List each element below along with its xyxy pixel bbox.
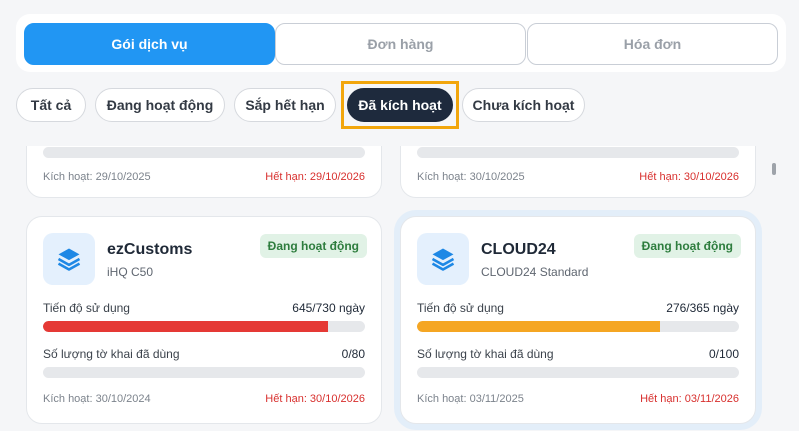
package-plan: iHQ C50 bbox=[107, 265, 154, 279]
usage-value: 645/730 ngày bbox=[292, 301, 365, 315]
declaration-row: Số lượng tờ khai đã dùng 0/80 bbox=[43, 347, 365, 361]
usage-progress-fill bbox=[43, 321, 328, 332]
filter-expiring[interactable]: Sắp hết hạn bbox=[234, 88, 336, 122]
package-card-partial[interactable]: Kích hoạt: 29/10/2025 Hết hạn: 29/10/202… bbox=[26, 146, 382, 198]
layers-icon bbox=[43, 233, 95, 285]
filter-active[interactable]: Đang hoạt động bbox=[95, 88, 225, 122]
package-list[interactable]: Kích hoạt: 29/10/2025 Hết hạn: 29/10/202… bbox=[16, 146, 786, 431]
filter-all[interactable]: Tất cả bbox=[16, 88, 86, 122]
card-footer: Kích hoạt: 29/10/2025 Hết hạn: 29/10/202… bbox=[43, 171, 365, 183]
usage-row: Tiến độ sử dụng 276/365 ngày bbox=[417, 301, 739, 315]
declaration-value: 0/80 bbox=[341, 347, 365, 361]
package-name: ezCustoms bbox=[107, 241, 193, 258]
usage-row: Tiến độ sử dụng 645/730 ngày bbox=[43, 301, 365, 315]
package-card-partial[interactable]: Kích hoạt: 30/10/2025 Hết hạn: 30/10/202… bbox=[400, 146, 756, 198]
tab-orders[interactable]: Đơn hàng bbox=[275, 23, 526, 65]
filter-not-activated[interactable]: Chưa kích hoạt bbox=[462, 88, 585, 122]
usage-bar bbox=[43, 147, 365, 158]
tab-invoices[interactable]: Hóa đơn bbox=[527, 23, 778, 65]
expiry-date: Hết hạn: 29/10/2026 bbox=[265, 171, 365, 183]
status-badge: Đang hoạt động bbox=[259, 234, 367, 258]
layers-icon bbox=[417, 233, 469, 285]
package-card-cloud24[interactable]: CLOUD24 CLOUD24 Standard Đang hoạt động … bbox=[400, 216, 756, 424]
scrollbar-thumb[interactable] bbox=[772, 163, 776, 175]
usage-progress-fill bbox=[417, 321, 661, 332]
activation-date: Kích hoạt: 29/10/2025 bbox=[43, 171, 151, 183]
declaration-value: 0/100 bbox=[708, 347, 739, 361]
main-tabs: Gói dịch vụ Đơn hàng Hóa đơn bbox=[16, 14, 786, 72]
declaration-progress-bar bbox=[43, 367, 365, 378]
declaration-row: Số lượng tờ khai đã dùng 0/100 bbox=[417, 347, 739, 361]
card-footer: Kích hoạt: 30/10/2024 Hết hạn: 30/10/202… bbox=[43, 393, 365, 405]
activation-date: Kích hoạt: 30/10/2024 bbox=[43, 393, 151, 405]
filter-activated[interactable]: Đã kích hoạt bbox=[347, 88, 453, 122]
card-footer: Kích hoạt: 30/10/2025 Hết hạn: 30/10/202… bbox=[417, 171, 739, 183]
activation-date: Kích hoạt: 03/11/2025 bbox=[417, 393, 524, 405]
usage-bar bbox=[417, 147, 739, 158]
package-name: CLOUD24 bbox=[481, 241, 556, 258]
tab-service-packages[interactable]: Gói dịch vụ bbox=[24, 23, 275, 65]
status-badge: Đang hoạt động bbox=[633, 234, 741, 258]
declaration-label: Số lượng tờ khai đã dùng bbox=[43, 347, 180, 361]
activation-date: Kích hoạt: 30/10/2025 bbox=[417, 171, 525, 183]
expiry-date: Hết hạn: 30/10/2026 bbox=[265, 393, 365, 405]
usage-progress-bar bbox=[417, 321, 739, 332]
package-card-ezcustoms[interactable]: ezCustoms iHQ C50 Đang hoạt động Tiến độ… bbox=[26, 216, 382, 424]
expiry-date: Hết hạn: 30/10/2026 bbox=[639, 171, 739, 183]
usage-label: Tiến độ sử dụng bbox=[43, 301, 130, 315]
package-plan: CLOUD24 Standard bbox=[481, 265, 589, 279]
usage-value: 276/365 ngày bbox=[666, 301, 739, 315]
usage-progress-bar bbox=[43, 321, 365, 332]
declaration-label: Số lượng tờ khai đã dùng bbox=[417, 347, 554, 361]
usage-label: Tiến độ sử dụng bbox=[417, 301, 504, 315]
expiry-date: Hết hạn: 03/11/2026 bbox=[640, 393, 739, 405]
card-footer: Kích hoạt: 03/11/2025 Hết hạn: 03/11/202… bbox=[417, 393, 739, 405]
declaration-progress-bar bbox=[417, 367, 739, 378]
